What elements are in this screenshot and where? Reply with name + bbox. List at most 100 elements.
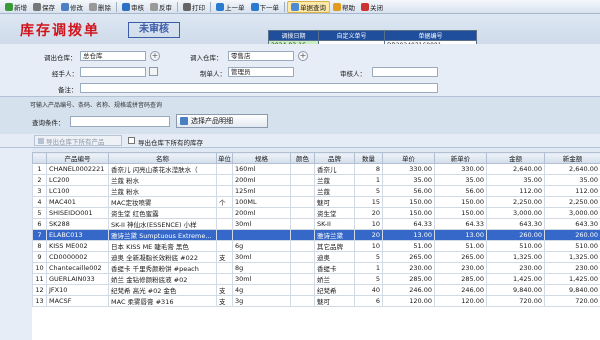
table-cell: [216, 218, 233, 230]
table-cell: 20: [354, 229, 383, 241]
select-product-icon: [180, 117, 188, 125]
next-button[interactable]: 下一单: [248, 1, 283, 13]
table-row[interactable]: 4 MAC401 MAC定妆喷雾个 100ML 魅可 15 150.00 150.00 2,25…: [32, 196, 600, 208]
table-cell: [290, 229, 315, 241]
edit-label: 修改: [70, 3, 83, 12]
column-header[interactable]: 单位: [216, 152, 233, 164]
handler-field[interactable]: [80, 67, 146, 77]
table-cell: 9,840.00: [486, 284, 545, 296]
help-button[interactable]: 帮助: [330, 1, 358, 13]
prev-button[interactable]: 上一单: [213, 1, 248, 13]
column-header[interactable]: 颜色: [290, 152, 315, 164]
table-cell: MAC401: [46, 196, 109, 208]
toolbar-separator: [210, 1, 211, 12]
table-cell: 支: [216, 251, 233, 263]
column-header[interactable]: 数量: [354, 152, 383, 164]
save-button[interactable]: 保存: [30, 1, 58, 13]
close-icon: [361, 2, 369, 11]
table-cell: 51.00: [382, 240, 435, 252]
table-cell: 112.00: [486, 185, 545, 197]
table-cell: 150.00: [382, 196, 435, 208]
print-icon: [183, 2, 191, 11]
print-button[interactable]: 打印: [180, 1, 208, 13]
table-cell: [290, 185, 315, 197]
query-button[interactable]: 单据查询: [287, 0, 330, 13]
close-label: 关闭: [370, 3, 383, 12]
column-header[interactable]: 产品编号: [46, 152, 109, 164]
select-product-button[interactable]: 选择产品明细: [176, 114, 268, 128]
table-row[interactable]: 9 CD0000002 迪奥 全新凝脂长效粉底 #022 支 30ml 迪奥 5 265.00…: [32, 251, 600, 263]
table-cell: [216, 273, 233, 285]
review-button[interactable]: 审核: [119, 1, 147, 13]
edit-button[interactable]: 修改: [58, 1, 86, 13]
column-header[interactable]: [32, 152, 47, 164]
table-row[interactable]: 2 LC200 兰蔻 粉水 200ml 兰蔻 1 35.00 35.00 35.00 35.00: [32, 174, 600, 186]
column-header[interactable]: 新金额: [544, 152, 600, 164]
table-cell: 雅诗兰黛 Sumptuous Extreme...: [108, 229, 217, 241]
table-cell: LC100: [46, 185, 109, 197]
table-row[interactable]: 6 SK288 SK-II 神仙水(ESSENCE) 小样 30ml SK-II 10 64…: [32, 218, 600, 230]
in-warehouse-add-icon[interactable]: +: [298, 51, 308, 61]
table-row[interactable]: 11 GUERLAIN033 娇兰 金钻修颜粉底液 #02 30ml 娇兰 5 285.00…: [32, 273, 600, 285]
export-stock-checkbox[interactable]: [128, 137, 135, 144]
column-header[interactable]: 新单价: [434, 152, 487, 164]
table-cell: 8g: [232, 262, 291, 274]
column-header[interactable]: 规格: [232, 152, 291, 164]
table-cell: 285.00: [382, 273, 435, 285]
unreview-button[interactable]: 反审: [147, 1, 175, 13]
table-row[interactable]: 1 CHANEL0002221 香奈儿 闪亮山茶花水滢肤水（ 160ml 香奈儿 8 330…: [32, 163, 600, 175]
remark-field[interactable]: [80, 83, 438, 93]
export-products-button[interactable]: 导出仓库下所有产品: [34, 135, 122, 146]
in-warehouse-field[interactable]: 零售店: [228, 51, 294, 61]
table-cell: 兰蔻 粉水: [108, 185, 217, 197]
table-cell: 330.00: [382, 163, 435, 175]
table-cell: 13: [32, 295, 47, 307]
table-cell: 20: [354, 207, 383, 219]
left-gutter: [0, 148, 32, 340]
table-cell: 香奈儿: [314, 163, 355, 175]
out-warehouse-add-icon[interactable]: +: [150, 51, 160, 61]
save-label: 保存: [42, 3, 55, 12]
prev-icon: [216, 2, 224, 11]
table-cell: [232, 229, 291, 241]
table-cell: SHISEIDO001: [46, 207, 109, 219]
table-cell: 35.00: [544, 174, 600, 186]
table-cell: 兰蔻: [314, 174, 355, 186]
table-cell: 迪奥 全新凝脂长效粉底 #022: [108, 251, 217, 263]
out-warehouse-label: 调出仓库：: [44, 54, 77, 62]
table-cell: 510.00: [486, 240, 545, 252]
table-row[interactable]: 10 Chantecaille002 香缇卡 千里秀颜粉饼 #peach 8g 香缇卡 1…: [32, 262, 600, 274]
in-warehouse-label: 调入仓库：: [190, 54, 223, 62]
table-cell: 120.00: [434, 295, 487, 307]
table-row[interactable]: 12 JFX10 纪梵希 高光 #02 金色支 4g 纪梵希 40 246.00 246.00…: [32, 284, 600, 296]
table-cell: 510.00: [544, 240, 600, 252]
query-input[interactable]: [70, 116, 170, 127]
column-header[interactable]: 金额: [486, 152, 545, 164]
column-header[interactable]: 品牌: [314, 152, 355, 164]
query-panel: 可输入产品编号、条码、名称、规格或拼音码查询 查询条件： 选择产品明细: [0, 96, 600, 134]
close-button[interactable]: 关闭: [358, 1, 386, 13]
table-cell: 230.00: [544, 262, 600, 274]
table-cell: 6: [32, 218, 47, 230]
table-cell: 30ml: [232, 273, 291, 285]
new-button[interactable]: 新增: [2, 1, 30, 13]
out-warehouse-field[interactable]: 总仓库: [80, 51, 146, 61]
table-row[interactable]: 13 MACSF MAC 柔雾唇膏 #316 支 3g 魅可 6 120.00 120.00 72…: [32, 295, 600, 307]
table-cell: MAC定妆喷雾: [108, 196, 217, 208]
table-cell: 56.00: [434, 185, 487, 197]
table-row[interactable]: 3 LC100 兰蔻 粉水 125ml 兰蔻 5 56.00 56.00 112.00 112.0…: [32, 185, 600, 197]
table-row[interactable]: 8 KISS ME002 日本 KISS ME 睫毛膏 黑色 6g 其它品牌 10 51.0…: [32, 240, 600, 252]
table-row[interactable]: 5 SHISEIDO001 资生堂 红色蜜露 200ml 资生堂 20 150.00 150.…: [32, 207, 600, 219]
table-row[interactable]: 7 ELABC013 雅诗兰黛 Sumptuous Extreme... 雅诗兰黛 20…: [32, 229, 600, 241]
prev-label: 上一单: [225, 3, 245, 12]
next-icon: [250, 2, 259, 11]
delete-button[interactable]: 删除: [86, 1, 114, 13]
table-cell: 13.00: [382, 229, 435, 241]
toolbar-separator: [177, 1, 178, 12]
column-header[interactable]: 名称: [108, 152, 217, 164]
handler-picker-icon[interactable]: [149, 67, 158, 76]
table-cell: 支: [216, 284, 233, 296]
table-cell: 150.00: [382, 207, 435, 219]
table-cell: 资生堂 红色蜜露: [108, 207, 217, 219]
column-header[interactable]: 单价: [382, 152, 435, 164]
